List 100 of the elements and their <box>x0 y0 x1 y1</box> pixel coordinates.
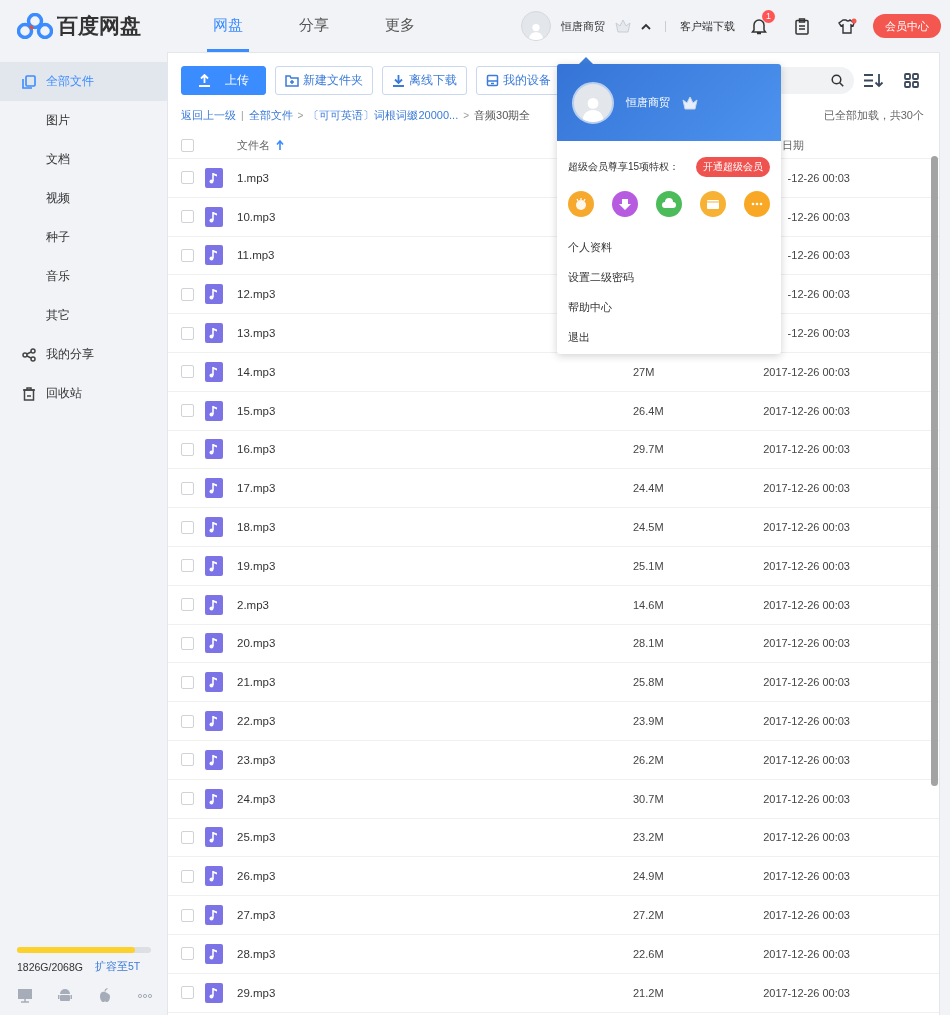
file-size: 24.9M <box>633 870 665 883</box>
row-checkbox[interactable] <box>181 404 194 418</box>
modified-date: 2017-12-26 00:03 <box>762 637 850 650</box>
file-name[interactable]: 22.mp3 <box>237 715 633 728</box>
row-checkbox[interactable] <box>181 442 194 456</box>
file-name[interactable]: 28.mp3 <box>237 947 633 960</box>
file-name[interactable]: 19.mp3 <box>237 559 633 572</box>
row-checkbox[interactable] <box>181 830 194 844</box>
breadcrumb-link[interactable]: 〔可可英语〕词根词缀20000... <box>308 107 459 123</box>
file-name[interactable]: 20.mp3 <box>237 637 633 650</box>
client-download-link[interactable]: 客户端下载 <box>680 18 735 34</box>
column-header[interactable]: 文件名 <box>237 137 284 153</box>
sidebar-item[interactable]: 音乐 <box>0 257 167 296</box>
file-name[interactable]: 25.mp3 <box>237 831 633 844</box>
row-checkbox[interactable] <box>181 210 194 224</box>
menu-item[interactable]: 设置二级密码 <box>557 263 781 293</box>
file-name[interactable]: 2.mp3 <box>237 598 633 611</box>
file-name[interactable]: 17.mp3 <box>237 482 633 495</box>
audio-file-icon <box>205 361 223 382</box>
privilege-icon[interactable] <box>744 191 770 217</box>
row-checkbox[interactable] <box>181 869 194 883</box>
toolbar-button[interactable]: 离线下载 <box>382 66 467 95</box>
search-icon <box>831 74 845 87</box>
row-checkbox[interactable] <box>181 326 194 340</box>
grid-view-icon[interactable] <box>904 73 919 88</box>
row-checkbox[interactable] <box>181 636 194 650</box>
breadcrumb-current: 音频30期全 <box>474 107 531 123</box>
row-checkbox[interactable] <box>181 947 194 961</box>
row-checkbox[interactable] <box>181 481 194 495</box>
privilege-icon[interactable] <box>612 191 638 217</box>
menu-item[interactable]: 个人资料 <box>557 233 781 263</box>
scrollbar[interactable] <box>931 156 938 786</box>
row-checkbox[interactable] <box>181 675 194 689</box>
sidebar-item[interactable]: 我的分享 <box>0 335 167 374</box>
file-name[interactable]: 23.mp3 <box>237 753 633 766</box>
file-size: 22.6M <box>633 947 665 960</box>
file-name[interactable]: 14.mp3 <box>237 365 633 378</box>
row-checkbox[interactable] <box>181 986 194 1000</box>
sidebar-item[interactable]: 视频 <box>0 179 167 218</box>
nav-tab[interactable]: 更多 <box>379 0 421 52</box>
file-name[interactable]: 27.mp3 <box>237 909 633 922</box>
row-checkbox[interactable] <box>181 908 194 922</box>
sort-icon[interactable] <box>863 73 885 88</box>
row-checkbox[interactable] <box>181 559 194 573</box>
row-checkbox[interactable] <box>181 287 194 301</box>
sidebar-item[interactable]: 种子 <box>0 218 167 257</box>
username[interactable]: 恒唐商贸 <box>561 18 605 34</box>
nav-tab[interactable]: 分享 <box>293 0 335 52</box>
row-checkbox[interactable] <box>181 792 194 806</box>
row-checkbox[interactable] <box>181 249 194 262</box>
file-name[interactable]: 16.mp3 <box>237 443 633 456</box>
sidebar-item[interactable]: 回收站 <box>0 374 167 413</box>
toolbar-button[interactable]: 新建文件夹 <box>275 66 373 95</box>
column-header[interactable]: 日期 <box>782 137 804 153</box>
file-name[interactable]: 21.mp3 <box>237 676 633 689</box>
bell-icon[interactable] <box>751 17 767 35</box>
file-name[interactable]: 15.mp3 <box>237 404 633 417</box>
modified-date: -12-26 00:03 <box>786 210 850 223</box>
crown-icon <box>682 95 698 110</box>
file-size: 23.2M <box>633 831 665 844</box>
row-checkbox[interactable] <box>181 598 194 612</box>
file-name[interactable]: 26.mp3 <box>237 870 633 883</box>
shirt-icon[interactable] <box>837 17 857 35</box>
row-checkbox[interactable] <box>181 171 194 185</box>
file-name[interactable]: 18.mp3 <box>237 521 633 534</box>
breadcrumb-link[interactable]: 全部文件 <box>248 107 293 123</box>
sidebar-item[interactable]: 图片 <box>0 101 167 140</box>
device-icon <box>486 74 499 87</box>
modified-date: 2017-12-26 00:03 <box>762 870 850 883</box>
modified-date: 2017-12-26 00:03 <box>762 676 850 689</box>
upgrade-link[interactable]: 扩容至5T <box>94 960 141 974</box>
menu-item[interactable]: 帮助中心 <box>557 293 781 323</box>
row-checkbox[interactable] <box>181 365 194 379</box>
caret-up-icon[interactable] <box>641 22 651 30</box>
sidebar-item[interactable]: 文档 <box>0 140 167 179</box>
sidebar-item[interactable]: 其它 <box>0 296 167 335</box>
new-folder-icon <box>285 74 299 87</box>
file-size: 25.1M <box>633 559 665 572</box>
privilege-icon[interactable] <box>568 191 594 217</box>
apple-icon[interactable] <box>97 988 112 1003</box>
file-name[interactable]: 29.mp3 <box>237 986 633 999</box>
file-size: 24.5M <box>633 521 665 534</box>
file-name[interactable]: 24.mp3 <box>237 792 633 805</box>
avatar[interactable] <box>521 11 551 41</box>
audio-file-icon <box>205 943 223 964</box>
notification-badge: 1 <box>762 9 775 23</box>
back-link[interactable]: 返回上一级 <box>181 107 236 123</box>
privilege-icon[interactable] <box>656 191 682 217</box>
menu-item[interactable]: 退出 <box>557 323 781 353</box>
row-checkbox[interactable] <box>181 753 194 767</box>
row-checkbox[interactable] <box>181 520 194 534</box>
privilege-icon[interactable] <box>700 191 726 217</box>
clipboard-icon[interactable] <box>795 17 809 35</box>
monitor-icon[interactable] <box>17 988 33 1003</box>
select-all-checkbox[interactable] <box>181 138 194 152</box>
modified-date: 2017-12-26 00:03 <box>762 792 850 805</box>
file-size: 28.1M <box>633 637 665 650</box>
audio-file-icon <box>205 633 223 654</box>
android-icon[interactable] <box>58 988 73 1003</box>
row-checkbox[interactable] <box>181 714 194 728</box>
